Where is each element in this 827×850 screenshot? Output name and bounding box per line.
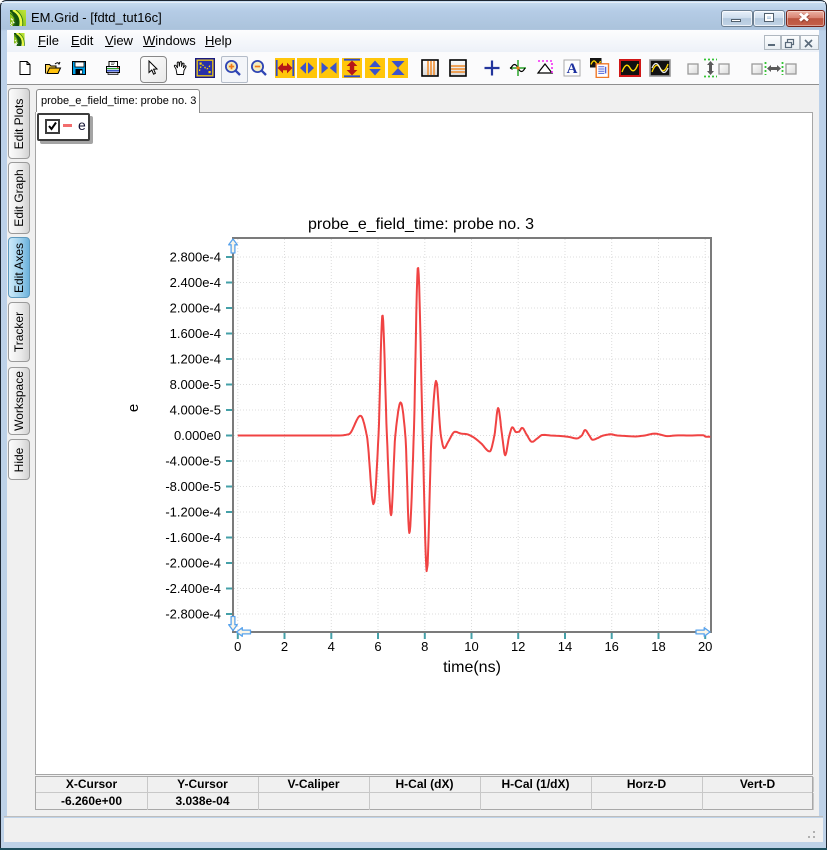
svg-text:2: 2 — [281, 639, 288, 654]
svg-text:-2.400e-4: -2.400e-4 — [165, 581, 221, 596]
svg-text:0.000e0: 0.000e0 — [174, 428, 221, 443]
svg-text:4.000e-5: 4.000e-5 — [170, 403, 221, 418]
svg-text:-2.800e-4: -2.800e-4 — [165, 607, 221, 622]
svg-text:0: 0 — [234, 639, 241, 654]
svg-text:2.800e-4: 2.800e-4 — [170, 250, 221, 265]
svg-text:8.000e-5: 8.000e-5 — [170, 377, 221, 392]
svg-text:1.200e-4: 1.200e-4 — [170, 352, 221, 367]
svg-text:2.000e-4: 2.000e-4 — [170, 301, 221, 316]
svg-text:16: 16 — [604, 639, 618, 654]
svg-text:8: 8 — [421, 639, 428, 654]
svg-text:12: 12 — [511, 639, 525, 654]
svg-text:4: 4 — [328, 639, 335, 654]
svg-text:18: 18 — [651, 639, 665, 654]
svg-text:-2.000e-4: -2.000e-4 — [165, 556, 221, 571]
svg-text:e: e — [125, 404, 142, 412]
svg-text:2.400e-4: 2.400e-4 — [170, 275, 221, 290]
svg-text:-1.600e-4: -1.600e-4 — [165, 530, 221, 545]
svg-text:20: 20 — [698, 639, 712, 654]
svg-text:6: 6 — [374, 639, 381, 654]
svg-text:1.600e-4: 1.600e-4 — [170, 326, 221, 341]
svg-text:-4.000e-5: -4.000e-5 — [165, 454, 221, 469]
svg-text:-8.000e-5: -8.000e-5 — [165, 479, 221, 494]
svg-text:14: 14 — [558, 639, 572, 654]
svg-text:-1.200e-4: -1.200e-4 — [165, 505, 221, 520]
svg-text:probe_e_field_time: probe no.: probe_e_field_time: probe no. 3 — [308, 216, 534, 233]
svg-text:A: A — [567, 61, 578, 77]
svg-text:10: 10 — [464, 639, 478, 654]
svg-text:time(ns): time(ns) — [443, 659, 501, 676]
